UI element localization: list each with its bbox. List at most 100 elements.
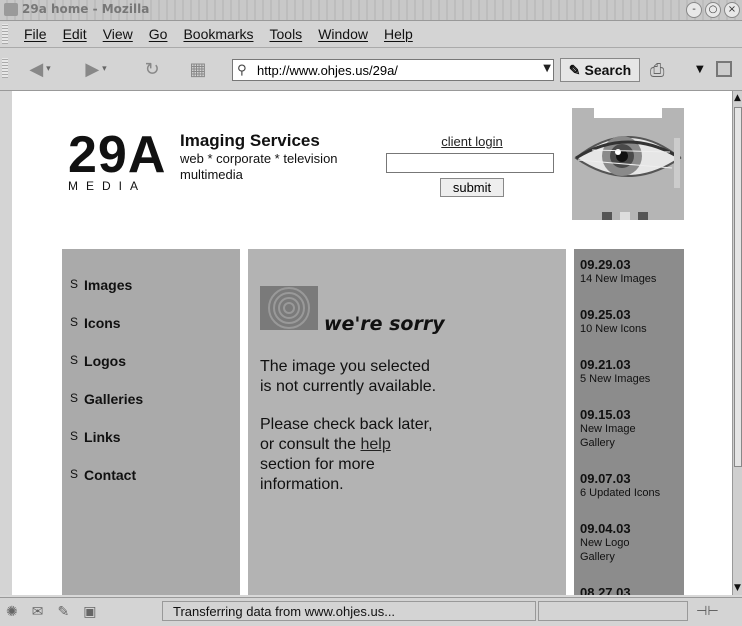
toolbar-grip[interactable] [2,58,8,78]
composer-icon[interactable]: ✎ [57,604,69,620]
message-line: section for more [260,456,375,473]
maximize-icon[interactable]: ○ [705,2,721,18]
menu-view[interactable]: View [103,26,133,42]
window-titlebar: 29a home - Mozilla ‑ ○ × [0,0,742,21]
nav-link-galleries[interactable]: S Galleries [70,391,143,407]
chevron-down-icon[interactable]: ▼ [543,63,551,74]
nav-link-icons[interactable]: S Icons [70,315,121,331]
news-text: 14 New Images [580,273,657,285]
close-icon[interactable]: × [724,2,740,18]
menu-help[interactable]: Help [384,26,413,42]
news-item[interactable]: 09.07.03 6 Updated Icons [580,471,680,500]
nav-bullet: S [70,429,79,443]
scrollbar-thumb[interactable] [734,107,742,467]
menu-window[interactable]: Window [318,26,368,42]
progress-area [538,601,688,621]
search-button[interactable]: ✎ Search [560,58,640,82]
news-date: 08.27.03 [580,585,631,595]
news-date: 09.21.03 [580,357,631,372]
status-bar: ✺ ✉ ✎ ▣ Transferring data from www.ohjes… [0,597,742,626]
chevron-down-icon[interactable]: ▾ [46,64,51,74]
search-icon: ✎ [568,61,581,78]
services-line: multimedia [180,167,243,182]
nav-bullet: S [70,467,79,481]
client-login-input[interactable] [386,153,554,173]
news-date: 09.07.03 [580,471,631,486]
navigation-toolbar: ◀▾ ▶▾ ↻ ▦ ⚲ ▼ ✎ Search ⎙ ▼ [0,48,742,91]
url-input[interactable] [257,61,527,79]
toolbar-grip[interactable] [2,24,8,44]
web-page: 29A MEDIA Imaging Services web * corpora… [12,91,732,595]
help-link[interactable]: help [361,436,391,453]
eye-graphic [572,108,684,220]
nav-link-images[interactable]: S Images [70,277,132,293]
message-line: Please check back later, [260,416,433,433]
message-line: or consult the help [260,435,560,455]
window-title: 29a home - Mozilla [22,2,150,16]
site-icon: ⚲ [237,63,247,78]
news-item[interactable]: 09.04.03 New Logo Gallery [580,521,680,564]
menu-edit[interactable]: Edit [63,26,87,42]
reload-button[interactable]: ↻ [136,57,168,81]
scroll-up-icon[interactable]: ▲ [734,93,741,103]
news-item[interactable]: 09.21.03 5 New Images [580,357,680,386]
nav-link-label: Links [84,429,121,445]
nav-link-links[interactable]: S Links [70,429,121,445]
stop-button[interactable]: ▦ [182,57,214,81]
chevron-down-icon[interactable]: ▾ [102,64,107,74]
menu-bookmarks[interactable]: Bookmarks [183,26,253,42]
search-button-label: Search [584,62,632,78]
nav-link-label: Galleries [84,391,144,407]
nav-link-logos[interactable]: S Logos [70,353,126,369]
left-margin [0,91,12,595]
addressbook-icon[interactable]: ▣ [83,604,96,620]
news-item[interactable]: 09.15.03 New Image Gallery [580,407,680,450]
back-arrow-icon: ◀ [29,58,44,80]
site-logo[interactable]: 29A MEDIA [68,129,168,193]
vertical-scrollbar[interactable]: ▲ ▼ [732,91,742,595]
menu-go[interactable]: Go [149,26,168,42]
news-item[interactable]: 08.27.03 [580,585,680,595]
news-text: New Logo Gallery [580,537,630,563]
minimize-icon[interactable]: ‑ [686,2,702,18]
news-text: New Image Gallery [580,423,636,449]
sidebar-toggle-icon[interactable] [716,61,732,77]
chevron-down-icon[interactable]: ▼ [696,64,704,75]
sorry-heading: we're sorry [324,313,445,335]
nav-link-contact[interactable]: S Contact [70,467,136,483]
forward-arrow-icon: ▶ [85,58,100,80]
services-header: Imaging Services web * corporate * telev… [180,131,338,183]
message-panel: we're sorry The image you selected is no… [248,249,566,595]
url-bar[interactable]: ⚲ ▼ [232,59,554,81]
mail-icon[interactable]: ✉ [32,604,44,620]
logo-text: 29A [68,126,167,184]
connection-icon[interactable]: ⊣⊢ [696,604,719,619]
back-button[interactable]: ◀ ▾ [24,57,56,81]
spiral-icon [260,286,318,330]
app-icon[interactable] [4,3,18,16]
status-text: Transferring data from www.ohjes.us... [162,601,536,621]
print-icon[interactable]: ⎙ [650,60,664,81]
services-line: web * corporate * television [180,151,338,166]
services-title: Imaging Services [180,131,320,150]
eye-image [572,108,684,220]
client-login-form: client login submit [386,131,558,197]
scroll-down-icon[interactable]: ▼ [734,583,741,593]
message-line: information. [260,476,344,493]
stop-icon: ▦ [189,58,207,80]
news-item[interactable]: 09.25.03 10 New Icons [580,307,680,336]
news-date: 09.04.03 [580,521,631,536]
news-date: 09.15.03 [580,407,631,422]
menu-tools[interactable]: Tools [270,26,303,42]
news-text: 6 Updated Icons [580,487,661,499]
submit-button[interactable]: submit [439,178,505,197]
menu-file[interactable]: File [24,26,47,42]
client-login-link[interactable]: client login [441,134,502,149]
window-controls: ‑ ○ × [686,2,740,18]
message-text: or consult the [260,436,361,453]
forward-button[interactable]: ▶ ▾ [80,57,112,81]
navigator-icon[interactable]: ✺ [6,604,18,620]
news-panel: 09.29.03 14 New Images 09.25.03 10 New Ico… [574,249,684,595]
nav-link-label: Icons [84,315,121,331]
news-item[interactable]: 09.29.03 14 New Images [580,257,680,286]
